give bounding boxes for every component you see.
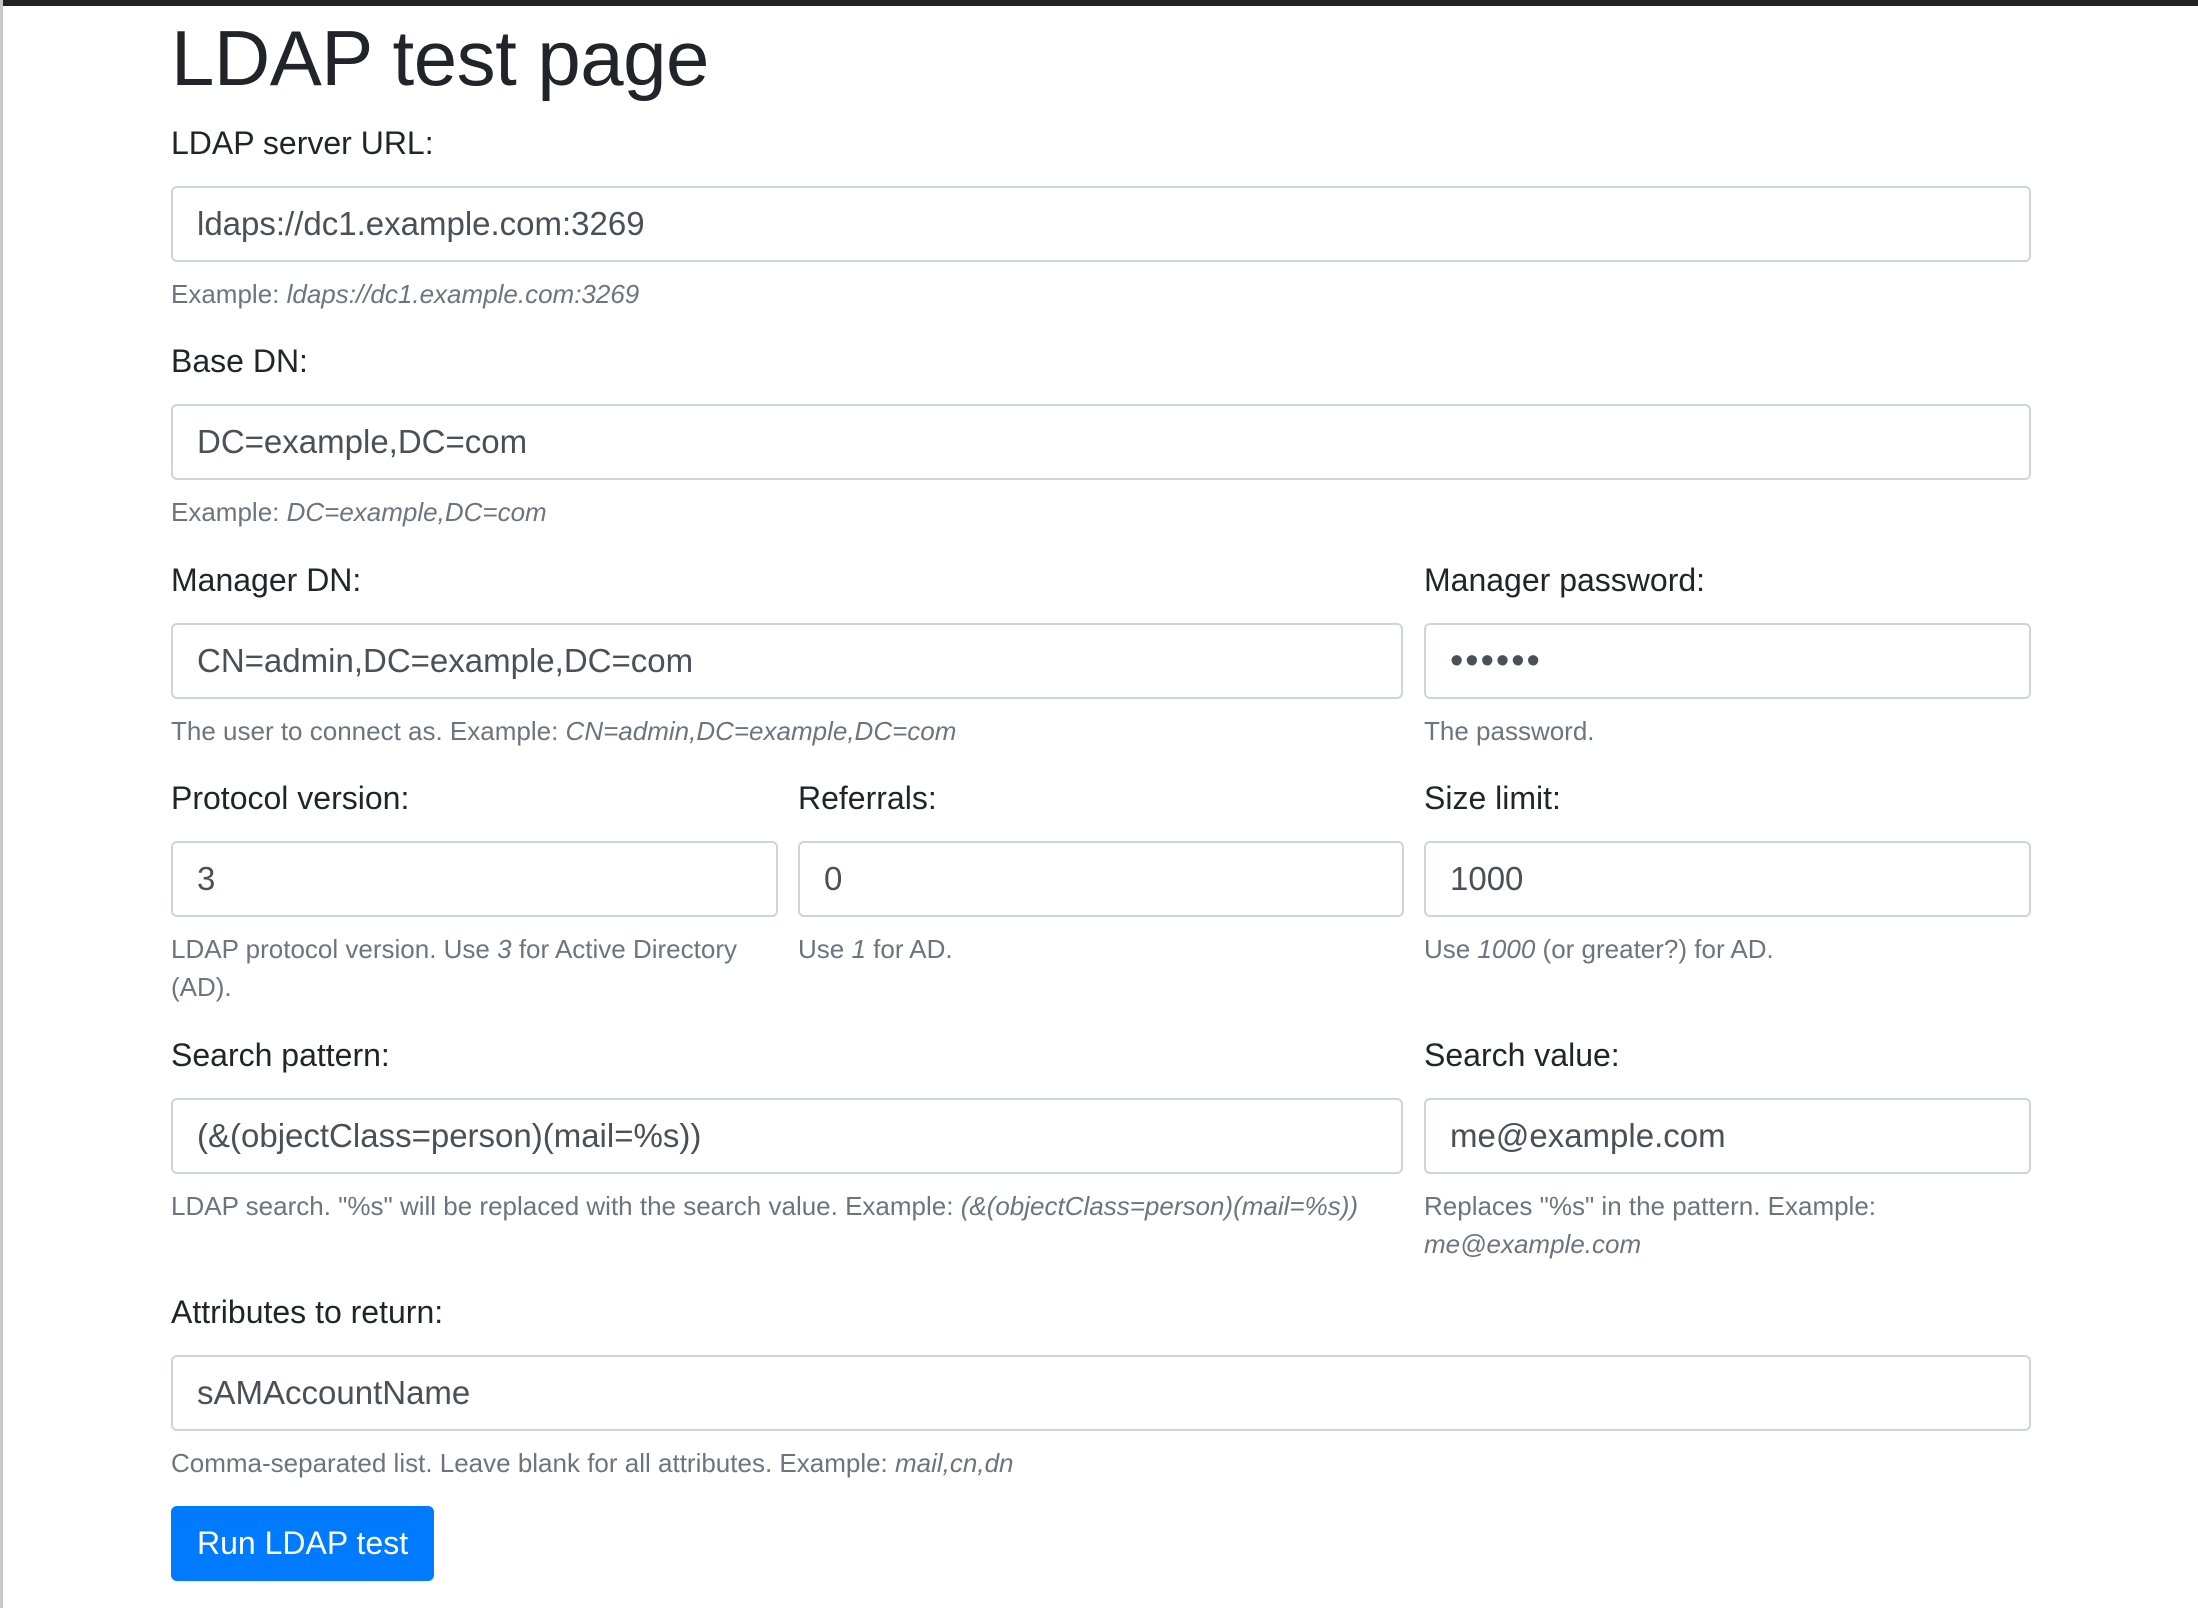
run-ldap-test-button[interactable]: Run LDAP test [171, 1506, 435, 1581]
size-limit-input[interactable] [1424, 841, 2031, 917]
protocol-version-hint-example: 3 [497, 934, 512, 964]
size-limit-label: Size limit: [1424, 780, 1561, 816]
search-value-hint-text: Replaces "%s" in the pattern. Example: [1424, 1191, 1877, 1221]
referrals-input[interactable] [798, 841, 1404, 917]
referrals-hint-example: 1 [851, 934, 866, 964]
manager-password-input[interactable] [1424, 623, 2031, 699]
referrals-hint-suffix: for AD. [865, 934, 953, 964]
window-left-border [0, 0, 3, 1608]
size-limit-hint-text: Use [1424, 934, 1478, 964]
search-value-label: Search value: [1424, 1037, 1620, 1073]
attributes-hint-example: mail,cn,dn [895, 1448, 1014, 1478]
base-dn-hint: Example: DC=example,DC=com [171, 493, 2031, 531]
attributes-input[interactable] [171, 1355, 2031, 1431]
search-pattern-label: Search pattern: [171, 1037, 390, 1073]
search-value-hint: Replaces "%s" in the pattern. Example: m… [1424, 1187, 2031, 1263]
server-url-group: LDAP server URL: Example: ldaps://dc1.ex… [171, 123, 2031, 313]
attributes-hint-text: Comma-separated list. Leave blank for al… [171, 1448, 896, 1478]
manager-dn-hint: The user to connect as. Example: CN=admi… [171, 712, 1403, 750]
server-url-hint-example: ldaps://dc1.example.com:3269 [286, 279, 640, 309]
search-pattern-hint-example: (&(objectClass=person)(mail=%s)) [960, 1191, 1359, 1221]
server-url-input[interactable] [171, 186, 2031, 262]
attributes-hint: Comma-separated list. Leave blank for al… [171, 1444, 2031, 1482]
base-dn-group: Base DN: Example: DC=example,DC=com [171, 341, 2031, 531]
size-limit-group: Size limit: Use 1000 (or greater?) for A… [1424, 778, 2031, 968]
size-limit-hint-example: 1000 [1477, 934, 1536, 964]
page-title: LDAP test page [171, 14, 709, 102]
manager-dn-hint-text: The user to connect as. Example: [171, 716, 566, 746]
manager-password-group: Manager password: The password. [1424, 560, 2031, 750]
base-dn-hint-example: DC=example,DC=com [286, 497, 547, 527]
manager-password-label: Manager password: [1424, 562, 1706, 598]
search-pattern-hint-text: LDAP search. "%s" will be replaced with … [171, 1191, 961, 1221]
manager-password-hint: The password. [1424, 716, 1595, 746]
size-limit-hint-suffix: (or greater?) for AD. [1535, 934, 1774, 964]
protocol-version-group: Protocol version: LDAP protocol version.… [171, 778, 778, 1006]
search-value-hint-example: me@example.com [1424, 1229, 1642, 1259]
protocol-version-hint-text: LDAP protocol version. Use [171, 934, 498, 964]
manager-dn-group: Manager DN: The user to connect as. Exam… [171, 560, 1403, 750]
manager-dn-input[interactable] [171, 623, 1403, 699]
search-pattern-hint: LDAP search. "%s" will be replaced with … [171, 1187, 1403, 1225]
server-url-hint: Example: ldaps://dc1.example.com:3269 [171, 275, 2031, 313]
attributes-label: Attributes to return: [171, 1294, 444, 1330]
server-url-label: LDAP server URL: [171, 125, 434, 161]
manager-dn-label: Manager DN: [171, 562, 362, 598]
search-pattern-input[interactable] [171, 1098, 1403, 1174]
referrals-hint: Use 1 for AD. [798, 930, 1404, 968]
search-value-group: Search value: Replaces "%s" in the patte… [1424, 1035, 2031, 1263]
protocol-version-input[interactable] [171, 841, 778, 917]
base-dn-hint-text: Example: [171, 497, 287, 527]
base-dn-input[interactable] [171, 404, 2031, 480]
search-value-input[interactable] [1424, 1098, 2031, 1174]
protocol-version-label: Protocol version: [171, 780, 410, 816]
manager-dn-hint-example: CN=admin,DC=example,DC=com [565, 716, 957, 746]
protocol-version-hint: LDAP protocol version. Use 3 for Active … [171, 930, 778, 1006]
server-url-hint-text: Example: [171, 279, 287, 309]
search-pattern-group: Search pattern: LDAP search. "%s" will b… [171, 1035, 1403, 1225]
base-dn-label: Base DN: [171, 343, 308, 379]
window-top-border [0, 0, 2198, 6]
referrals-hint-text: Use [798, 934, 852, 964]
attributes-group: Attributes to return: Comma-separated li… [171, 1292, 2031, 1482]
size-limit-hint: Use 1000 (or greater?) for AD. [1424, 930, 2031, 968]
referrals-group: Referrals: Use 1 for AD. [798, 778, 1404, 968]
referrals-label: Referrals: [798, 780, 937, 816]
